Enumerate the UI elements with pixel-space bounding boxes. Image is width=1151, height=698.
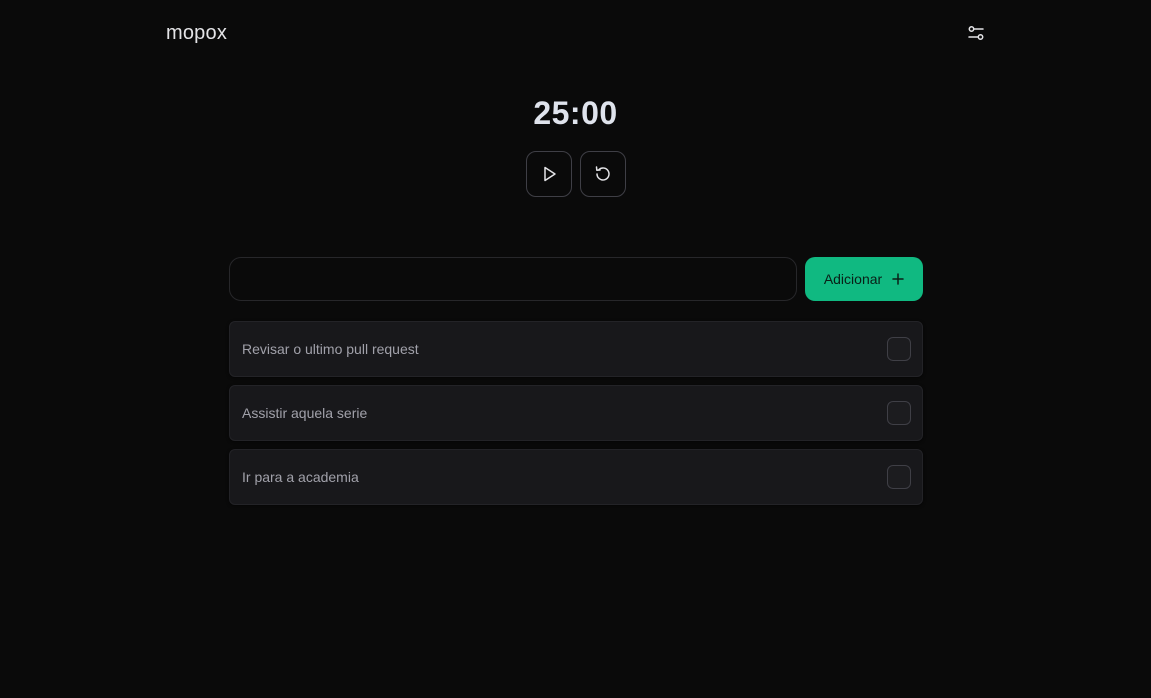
reset-button[interactable]	[580, 151, 626, 197]
settings-button[interactable]	[962, 19, 990, 47]
app-header: mopox	[0, 0, 1151, 66]
brand-logo[interactable]: mopox	[166, 21, 227, 45]
task-item: Revisar o ultimo pull request	[229, 321, 923, 377]
task-label: Revisar o ultimo pull request	[242, 341, 419, 357]
rotate-ccw-icon	[595, 166, 610, 181]
task-label: Assistir aquela serie	[242, 405, 368, 421]
task-item: Assistir aquela serie	[229, 385, 923, 441]
timer-display: 25:00	[533, 95, 618, 131]
add-task-button-label: Adicionar	[823, 271, 883, 287]
play-icon	[544, 166, 556, 182]
plus-icon	[892, 273, 904, 285]
task-item: Ir para a academia	[229, 449, 923, 505]
task-checkbox[interactable]	[887, 337, 911, 361]
play-button[interactable]	[526, 151, 572, 197]
task-checkbox[interactable]	[887, 465, 911, 489]
task-input[interactable]	[229, 257, 797, 301]
timer-controls	[526, 151, 626, 197]
task-list: Revisar o ultimo pull request Assistir a…	[229, 321, 923, 505]
task-checkbox[interactable]	[887, 401, 911, 425]
task-label: Ir para a academia	[242, 469, 359, 485]
add-task-button[interactable]: Adicionar	[805, 257, 923, 301]
add-task-row: Adicionar	[229, 257, 923, 301]
sliders-icon	[968, 26, 984, 40]
